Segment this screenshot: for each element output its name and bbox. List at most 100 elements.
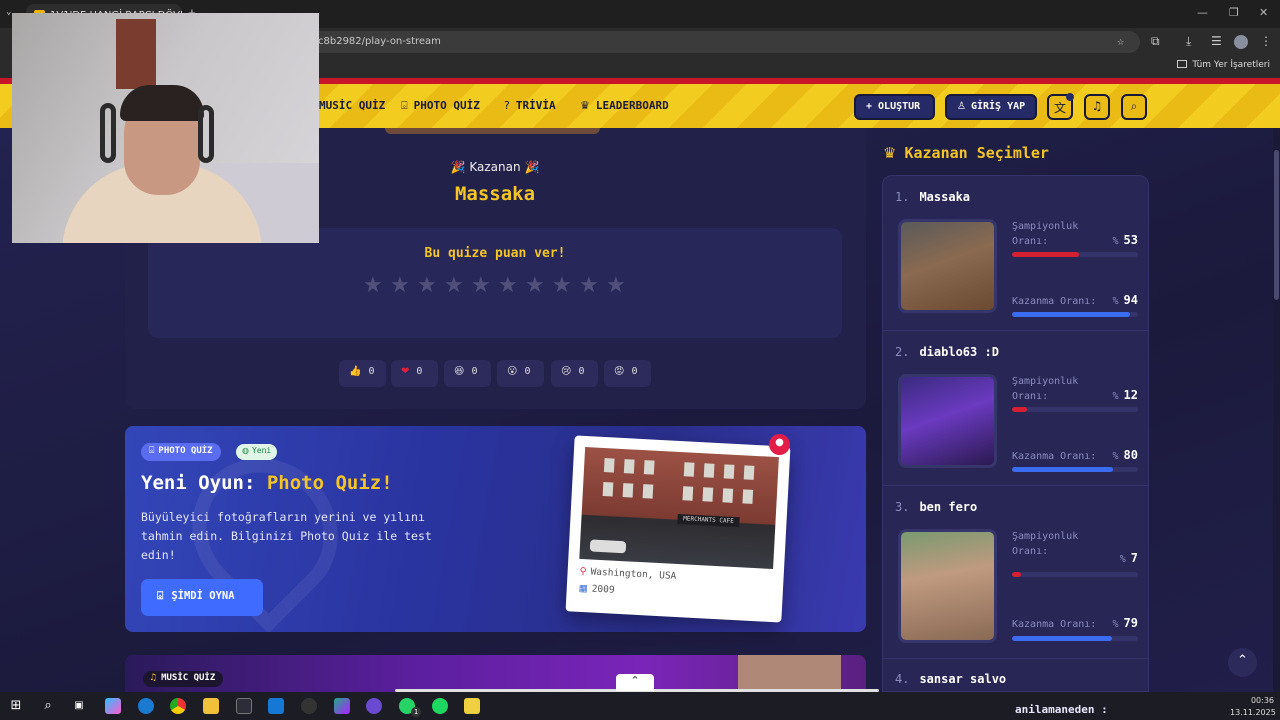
win-bar-fill xyxy=(1012,467,1113,472)
extensions-icon[interactable]: ⧉ xyxy=(1151,34,1160,49)
system-clock[interactable]: 00:36 13.11.2025 xyxy=(1230,695,1276,719)
copilot-icon[interactable] xyxy=(105,698,121,714)
winner-entry[interactable]: 2. diablo63 :D Şampiyonluk Oranı: % 12 Kaz… xyxy=(883,331,1148,486)
win-label: Kazanma Oranı: xyxy=(1012,296,1097,307)
reaction-button[interactable]: 😡 0 xyxy=(604,360,651,387)
star-icon[interactable]: ★ xyxy=(417,273,444,298)
search-icon[interactable]: ⌕ xyxy=(40,698,56,714)
page-scrollbar[interactable] xyxy=(1273,128,1280,692)
play-now-button[interactable]: ⌺ ŞİMDİ OYNA xyxy=(141,579,263,616)
entry-name-text: diablo63 :D xyxy=(919,345,999,359)
store-icon[interactable] xyxy=(236,698,252,714)
mail-icon[interactable] xyxy=(268,698,284,714)
star-icon[interactable]: ★ xyxy=(363,273,390,298)
promo-title-highlight: Photo Quiz! xyxy=(266,472,393,494)
url-field[interactable]: c8b2982/play-on-stream xyxy=(300,31,1140,53)
camera-icon: ⌺ xyxy=(401,99,408,112)
star-icon[interactable]: ★ xyxy=(390,273,417,298)
reaction-emoji-icon: 😆 xyxy=(454,366,465,377)
champ-value: 12 xyxy=(1123,388,1138,402)
login-button[interactable]: ♙ GİRİŞ YAP xyxy=(945,94,1037,120)
app-icon[interactable] xyxy=(464,698,480,714)
create-button[interactable]: + OLUŞTUR xyxy=(854,94,935,120)
new-badge-label: Yeni xyxy=(251,446,272,455)
win-label: Kazanma Oranı: xyxy=(1012,451,1097,462)
nav-photo-quiz[interactable]: ⌺ PHOTO QUİZ xyxy=(401,99,480,113)
winner-entry[interactable]: 4. sansar salvo xyxy=(883,659,1148,691)
champ-bar xyxy=(1012,407,1138,412)
winners-panel: 1. Massaka Şampiyonluk Oranı: % 53 Kazanma… xyxy=(882,175,1149,692)
champ-bar-fill xyxy=(1012,252,1079,257)
star-icon[interactable]: ★ xyxy=(498,273,525,298)
winner-entry[interactable]: 1. Massaka Şampiyonluk Oranı: % 53 Kazanma… xyxy=(883,176,1148,331)
nav-trivia[interactable]: ? TRİVİA xyxy=(504,99,556,112)
star-icon[interactable]: ★ xyxy=(552,273,579,298)
app-icon[interactable] xyxy=(366,698,382,714)
chat-question-icon: ? xyxy=(504,99,510,112)
spotify-icon[interactable] xyxy=(432,698,448,714)
create-button-label: + OLUŞTUR xyxy=(866,101,921,112)
collapse-chevron-icon[interactable]: ⌃ xyxy=(616,674,654,691)
photo-year: ▦ 2009 xyxy=(578,583,614,596)
music-quiz-badge: ♫ MUSİC QUİZ xyxy=(143,671,224,687)
reaction-button[interactable]: 😮 0 xyxy=(497,360,544,387)
url-text: c8b2982/play-on-stream xyxy=(318,36,441,47)
reaction-button[interactable]: 😢 0 xyxy=(551,360,598,387)
webcam-overlay xyxy=(12,13,319,243)
file-explorer-icon[interactable] xyxy=(203,698,219,714)
bell-icon: ♫ xyxy=(1091,99,1103,113)
nav-leaderboard[interactable]: ♛ LEADERBOARD xyxy=(580,99,669,112)
trophy-icon: ♛ xyxy=(580,99,590,112)
champ-bar-fill xyxy=(1012,407,1028,412)
win-label: Kazanma Oranı: xyxy=(1012,619,1097,630)
reaction-button[interactable]: 👍 0 xyxy=(339,360,386,387)
obs-icon[interactable] xyxy=(301,698,317,714)
reaction-count: 0 xyxy=(368,366,375,377)
camera-icon: ⌺ xyxy=(149,446,155,456)
translate-button[interactable]: 文 xyxy=(1047,93,1074,120)
pct-sign: % xyxy=(1119,554,1126,565)
menu-icon[interactable]: ⋮ xyxy=(1260,34,1272,48)
edge-icon[interactable] xyxy=(138,698,154,714)
download-icon[interactable]: ⤓ xyxy=(1186,34,1191,49)
reaction-button[interactable]: ❤ 0 xyxy=(391,360,438,387)
camera-icon: ⌺ xyxy=(157,590,164,602)
nav-music-quiz[interactable]: MUSİC QUİZ xyxy=(319,99,385,112)
champ-label: Şampiyonluk Oranı: xyxy=(1012,221,1079,247)
champ-pct: % 53 xyxy=(1113,233,1138,247)
star-icon[interactable]: ★ xyxy=(579,273,606,298)
headphones-icon xyxy=(100,103,116,163)
media-icon[interactable]: ☰ xyxy=(1211,34,1222,48)
windows-start-icon[interactable]: ⊞ xyxy=(8,698,24,714)
app-icon[interactable] xyxy=(334,698,350,714)
star-icon[interactable]: ★ xyxy=(525,273,552,298)
star-icon[interactable]: ★ xyxy=(471,273,498,298)
notifications-button[interactable]: ♫ xyxy=(1084,94,1110,120)
star-rating[interactable]: ★ ★ ★ ★ ★ ★ ★ ★ ★ ★ xyxy=(363,273,633,298)
party-icon-right: 🎉 xyxy=(524,160,540,174)
party-icon-left: 🎉 xyxy=(450,160,466,174)
translate-icon: 文 xyxy=(1053,101,1066,115)
close-window-icon[interactable]: ✕ xyxy=(1259,6,1268,19)
task-view-icon[interactable]: ▣ xyxy=(71,698,87,714)
win-bar xyxy=(1012,636,1138,641)
page-scrollbar-thumb[interactable] xyxy=(1274,150,1279,300)
scroll-to-top-button[interactable]: ⌃ xyxy=(1228,648,1257,677)
whatsapp-badge: 1 xyxy=(411,707,421,717)
bookmark-star-icon[interactable]: ☆ xyxy=(1117,34,1124,48)
star-icon[interactable]: ★ xyxy=(444,273,471,298)
minimize-icon[interactable]: — xyxy=(1197,6,1208,19)
star-icon[interactable]: ★ xyxy=(606,273,633,298)
restore-icon[interactable]: ❐ xyxy=(1229,6,1239,19)
chrome-icon[interactable] xyxy=(170,698,186,714)
winner-image xyxy=(385,128,600,134)
all-bookmarks[interactable]: Tüm Yer İşaretleri xyxy=(1177,60,1270,70)
entry-name: 4. sansar salvo xyxy=(895,672,1006,686)
profile-avatar[interactable] xyxy=(1234,35,1248,49)
reaction-button[interactable]: 😆 0 xyxy=(444,360,491,387)
search-button[interactable]: ⌕ xyxy=(1121,94,1147,120)
champ-label: Şampiyonluk Oranı: xyxy=(1012,531,1079,557)
winner-entry[interactable]: 3. ben fero Şampiyonluk Oranı: % 7 Kazanma… xyxy=(883,486,1148,659)
tab-search-icon[interactable]: ⌄ xyxy=(6,7,11,17)
reaction-emoji-icon: 😢 xyxy=(561,366,572,377)
